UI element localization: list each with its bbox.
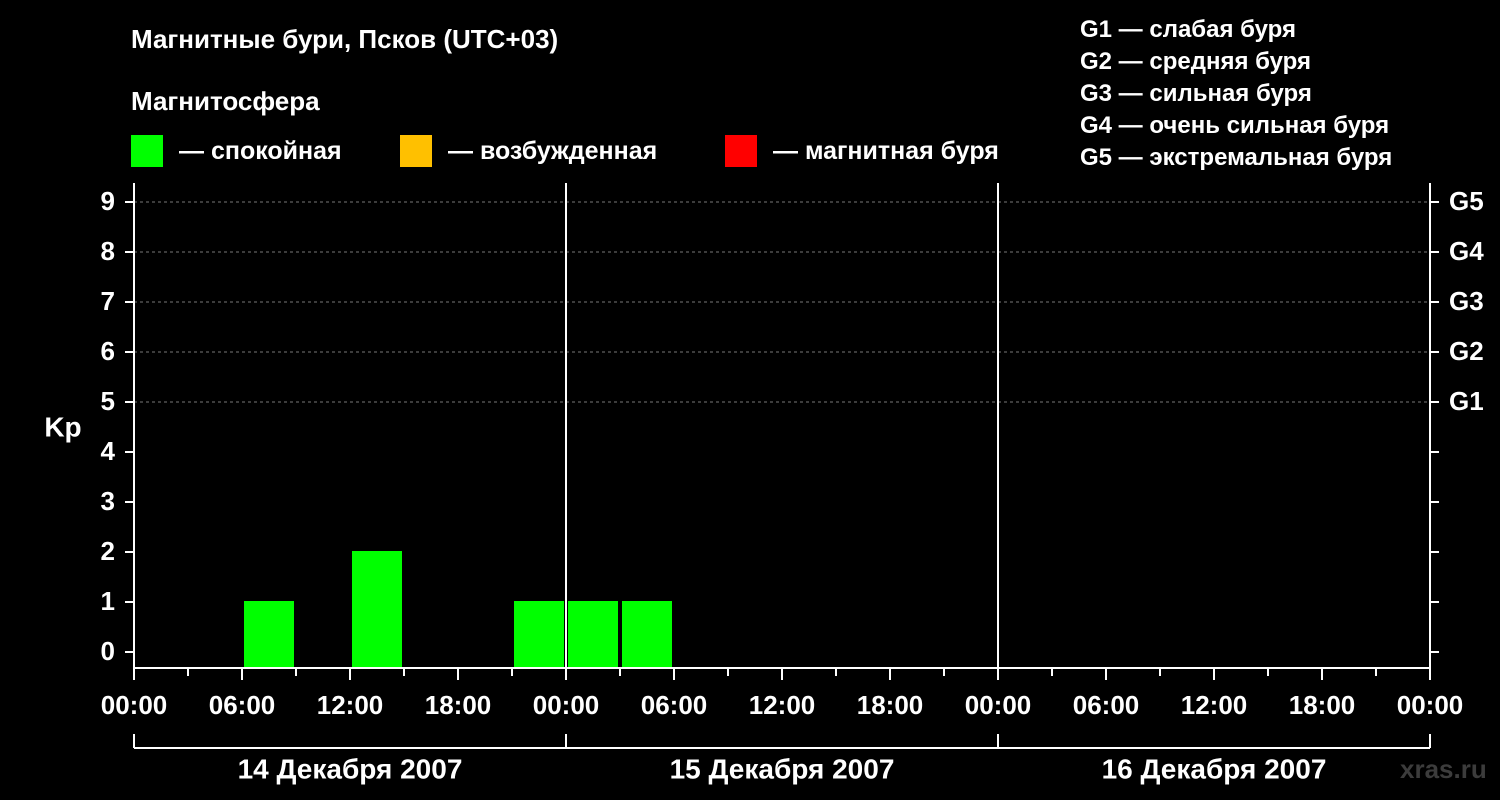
- kp-bar-4: [622, 601, 672, 668]
- kp-bar-2: [514, 601, 564, 668]
- x-tick-label-1: 06:00: [209, 690, 276, 720]
- g-level-label-g2: G2: [1449, 336, 1484, 366]
- y-axis-label: Kp: [44, 411, 81, 442]
- watermark: xras.ru: [1400, 754, 1487, 784]
- x-tick-label-5: 06:00: [641, 690, 708, 720]
- g-level-label-g5: G5: [1449, 186, 1484, 216]
- y-tick-label-6: 6: [101, 336, 115, 366]
- kp-bar-3: [568, 601, 618, 668]
- x-tick-label-6: 12:00: [749, 690, 816, 720]
- y-tick-label-4: 4: [101, 436, 116, 466]
- x-tick-label-11: 18:00: [1289, 690, 1356, 720]
- day-label-1: 15 Декабря 2007: [670, 753, 895, 784]
- kp-chart: 0 1 2 3 4 5 6 7 8 9 G1 G2 G3 G4 G5 Kp 00:00 06:00 12:00 18:…: [44, 183, 1484, 784]
- y-tick-label-9: 9: [101, 186, 115, 216]
- g-level-label-g3: G3: [1449, 286, 1484, 316]
- x-tick-label-0: 00:00: [101, 690, 168, 720]
- x-tick-label-2: 12:00: [317, 690, 384, 720]
- kp-bar-0: [244, 601, 294, 668]
- x-tick-label-3: 18:00: [425, 690, 492, 720]
- x-tick-label-10: 12:00: [1181, 690, 1248, 720]
- kp-bar-1: [352, 551, 402, 668]
- day-label-0: 14 Декабря 2007: [238, 753, 463, 784]
- g-level-label-g1: G1: [1449, 386, 1484, 416]
- y-tick-label-5: 5: [101, 386, 115, 416]
- y-tick-label-0: 0: [101, 636, 115, 666]
- x-tick-label-4: 00:00: [533, 690, 600, 720]
- y-tick-label-8: 8: [101, 236, 115, 266]
- x-tick-label-7: 18:00: [857, 690, 924, 720]
- g-level-label-g4: G4: [1449, 236, 1484, 266]
- y-tick-label-2: 2: [101, 536, 115, 566]
- y-tick-label-1: 1: [101, 586, 115, 616]
- x-tick-label-8: 00:00: [965, 690, 1032, 720]
- y-tick-label-7: 7: [101, 286, 115, 316]
- x-tick-label-9: 06:00: [1073, 690, 1140, 720]
- day-label-2: 16 Декабря 2007: [1102, 753, 1327, 784]
- y-tick-label-3: 3: [101, 486, 115, 516]
- x-tick-label-12: 00:00: [1397, 690, 1464, 720]
